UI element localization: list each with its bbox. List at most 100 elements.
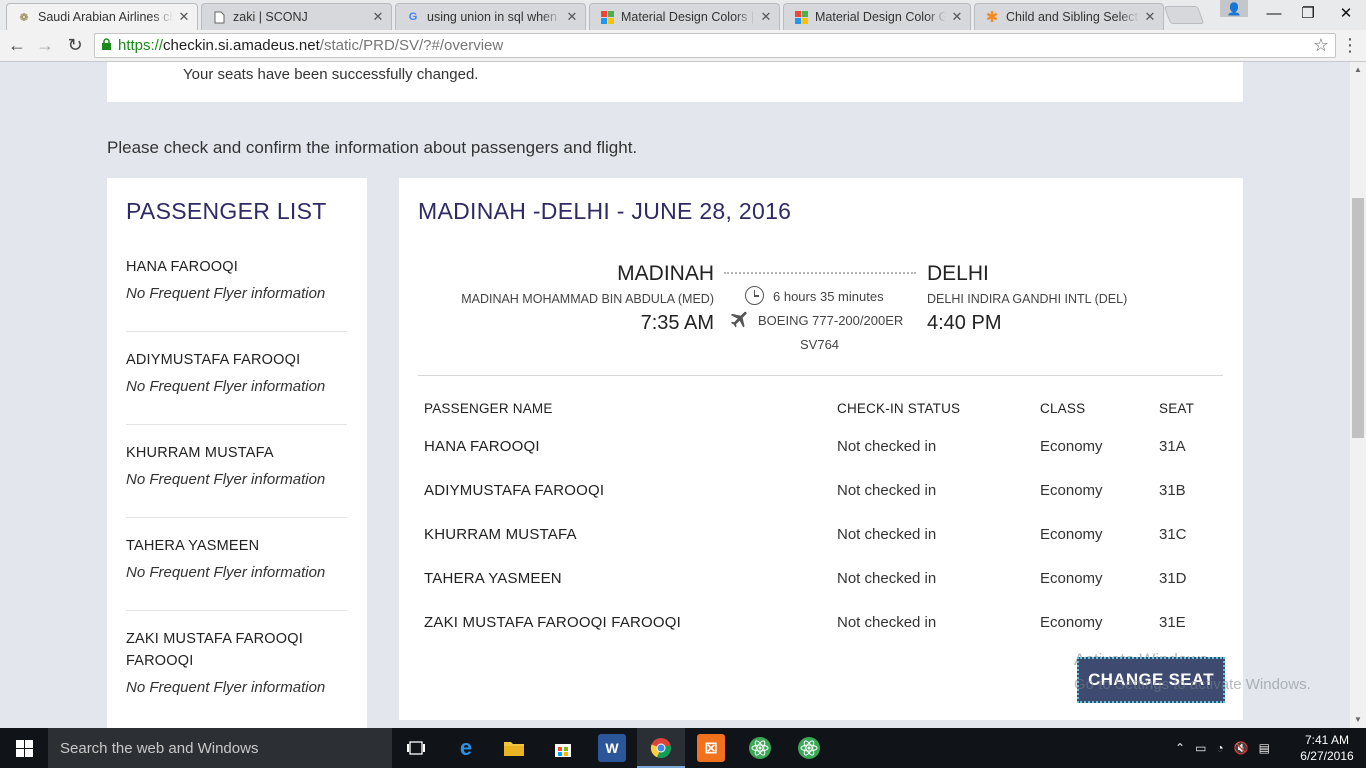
- row-class: Economy: [1040, 570, 1103, 587]
- browser-toolbar: ← → ↻ https:// checkin.si.amadeus.net /s…: [0, 30, 1366, 62]
- intro-text: Please check and confirm the information…: [107, 138, 638, 157]
- passenger-name: ZAKI MUSTAFA FAROOQI FAROOQI: [126, 631, 303, 669]
- tab-title: Material Design Colors | M: [621, 10, 755, 24]
- bookmark-star-icon[interactable]: ☆: [1313, 35, 1329, 56]
- palette-icon: [600, 10, 614, 24]
- network-icon[interactable]: ◔: [1216, 741, 1223, 755]
- new-tab-button[interactable]: [1163, 6, 1205, 24]
- notifications-icon[interactable]: ▤: [1259, 741, 1270, 755]
- passenger-list-item: KHURRAM MUSTAFA No Frequent Flyer inform…: [126, 442, 347, 518]
- windows-taskbar: Search the web and Windows e W ⊠ ⌃ ▭ ◔ 🔇…: [0, 728, 1366, 768]
- frequent-flyer-info: No Frequent Flyer information: [126, 378, 326, 395]
- chrome-icon[interactable]: [647, 734, 675, 762]
- watermark-subtitle: Go to Settings to activate Windows.: [1074, 676, 1311, 693]
- row-passenger-name: ADIYMUSTAFA FAROOQI: [424, 482, 605, 499]
- scroll-up-icon[interactable]: ▲: [1350, 62, 1366, 78]
- window-close-icon[interactable]: ✕: [1326, 0, 1366, 26]
- taskbar-clock[interactable]: 7:41 AM 6/27/2016: [1296, 732, 1358, 764]
- url-scheme: https://: [118, 37, 164, 54]
- address-bar[interactable]: https:// checkin.si.amadeus.net /static/…: [94, 33, 1336, 58]
- row-passenger-name: ZAKI MUSTAFA FAROOQI FAROOQI: [424, 614, 682, 631]
- arrival-time: 4:40 PM: [927, 312, 1002, 334]
- passenger-list-panel: PASSENGER LIST HANA FAROOQI No Frequent …: [107, 178, 367, 728]
- airline-emblem-icon: ❁: [19, 11, 29, 24]
- restore-icon[interactable]: ❐: [1288, 0, 1328, 26]
- row-passenger-name: HANA FAROOQI: [424, 438, 540, 455]
- passenger-list-title: PASSENGER LIST: [126, 198, 327, 224]
- system-tray: ⌃ ▭ ◔ 🔇 ▤: [1175, 728, 1270, 768]
- windows-start-icon[interactable]: [0, 728, 48, 768]
- tab-union-sql[interactable]: G using union in sql when u ✕: [395, 3, 586, 30]
- chrome-menu-icon[interactable]: ⋮: [1340, 36, 1360, 56]
- chevron-up-icon[interactable]: ⌃: [1175, 741, 1185, 755]
- battery-icon[interactable]: ▭: [1195, 741, 1206, 755]
- scroll-down-icon[interactable]: ▼: [1350, 712, 1366, 728]
- close-icon[interactable]: ✕: [177, 9, 191, 25]
- taskbar-search-input[interactable]: Search the web and Windows: [48, 728, 392, 768]
- tab-title: zaki | SCONJ: [233, 10, 308, 24]
- asterisk-icon: ✱: [985, 9, 999, 26]
- clock-time: 7:41 AM: [1304, 733, 1350, 747]
- notice-text: Your seats have been successfully change…: [183, 66, 479, 83]
- forward-icon[interactable]: →: [32, 33, 58, 57]
- lock-icon: [101, 37, 112, 54]
- arrival-city: DELHI: [927, 262, 989, 285]
- frequent-flyer-info: No Frequent Flyer information: [126, 564, 326, 581]
- reload-icon[interactable]: ↻: [62, 33, 88, 57]
- airplane-icon: [729, 308, 751, 330]
- passenger-list-item: ADIYMUSTAFA FAROOQI No Frequent Flyer in…: [126, 349, 347, 425]
- tab-material-colors[interactable]: Material Design Colors | M ✕: [589, 3, 780, 30]
- row-checkin-status: Not checked in: [837, 614, 937, 631]
- row-class: Economy: [1040, 438, 1103, 455]
- atom-icon[interactable]: [795, 734, 823, 762]
- row-class: Economy: [1040, 482, 1103, 499]
- edge-browser-icon[interactable]: e: [452, 734, 480, 762]
- tab-sconj[interactable]: zaki | SCONJ ✕: [201, 3, 392, 30]
- close-icon[interactable]: ✕: [759, 9, 773, 25]
- column-header-class: CLASS: [1040, 401, 1086, 416]
- departure-city: MADINAH: [617, 262, 714, 285]
- row-seat: 31D: [1159, 570, 1187, 587]
- row-seat: 31E: [1159, 614, 1186, 631]
- task-view-icon[interactable]: [402, 734, 430, 762]
- flight-details-panel: MADINAH -DELHI - JUNE 28, 2016 MADINAH M…: [399, 178, 1311, 720]
- close-icon[interactable]: ✕: [371, 9, 385, 25]
- column-header-seat: SEAT: [1159, 401, 1195, 416]
- row-passenger-name: KHURRAM MUSTAFA: [424, 526, 577, 543]
- page-scrollbar[interactable]: ▲ ▼: [1350, 62, 1366, 728]
- row-seat: 31A: [1159, 438, 1186, 455]
- tab-material-green[interactable]: Material Design Color Gre ✕: [783, 3, 971, 30]
- success-notice: Your seats have been successfully change…: [107, 62, 1243, 102]
- tab-child-sibling[interactable]: ✱ Child and Sibling Selector ✕: [974, 3, 1164, 30]
- row-class: Economy: [1040, 526, 1103, 543]
- page-icon: [212, 10, 226, 24]
- tab-title: Material Design Color Gre: [815, 10, 946, 24]
- column-header-passenger-name: PASSENGER NAME: [424, 401, 553, 416]
- passenger-name: TAHERA YASMEEN: [126, 538, 260, 554]
- frequent-flyer-info: No Frequent Flyer information: [126, 285, 326, 302]
- close-icon[interactable]: ✕: [565, 9, 579, 25]
- row-seat: 31C: [1159, 526, 1187, 543]
- tab-strip: ❁ Saudi Arabian Airlines che ✕ zaki | SC…: [0, 0, 1366, 30]
- url-path: /static/PRD/SV/?#/overview: [319, 37, 504, 54]
- column-header-checkin-status: CHECK-IN STATUS: [837, 401, 961, 416]
- xampp-icon[interactable]: ⊠: [697, 734, 725, 762]
- frequent-flyer-info: No Frequent Flyer information: [126, 471, 326, 488]
- file-explorer-icon[interactable]: [500, 734, 528, 762]
- word-icon[interactable]: W: [598, 734, 626, 762]
- clock-date: 6/27/2016: [1300, 749, 1354, 763]
- tab-saudi-checkin[interactable]: ❁ Saudi Arabian Airlines che ✕: [6, 3, 198, 30]
- frequent-flyer-info: No Frequent Flyer information: [126, 679, 326, 696]
- user-profile-icon[interactable]: 👤: [1220, 0, 1248, 17]
- atom-icon[interactable]: [746, 734, 774, 762]
- passenger-list-item: ZAKI MUSTAFA FAROOQI FAROOQI No Frequent…: [126, 628, 326, 728]
- volume-muted-icon[interactable]: 🔇: [1234, 741, 1249, 755]
- close-icon[interactable]: ✕: [1143, 9, 1157, 25]
- passenger-name: KHURRAM MUSTAFA: [126, 445, 274, 461]
- close-icon[interactable]: ✕: [950, 9, 964, 25]
- row-passenger-name: TAHERA YASMEEN: [424, 570, 562, 587]
- palette-icon: [794, 10, 808, 24]
- scrollbar-thumb[interactable]: [1352, 198, 1364, 438]
- back-icon[interactable]: ←: [4, 33, 30, 57]
- store-icon[interactable]: [549, 734, 577, 762]
